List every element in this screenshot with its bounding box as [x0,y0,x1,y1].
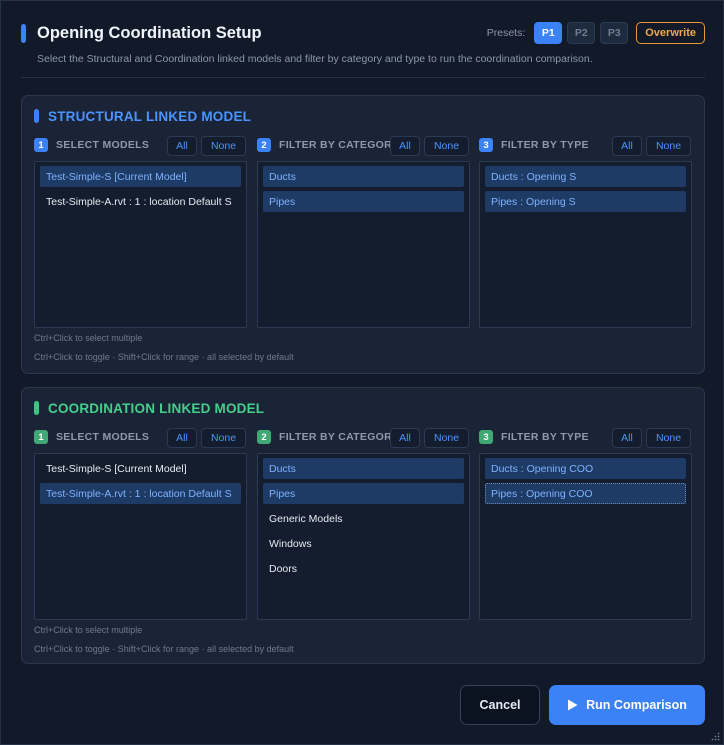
structural-panel: STRUCTURAL LINKED MODEL 1 SELECT MODELS … [21,95,705,374]
structural-panel-title: STRUCTURAL LINKED MODEL [48,109,252,124]
list-item[interactable]: Test-Simple-S [Current Model] [40,458,241,479]
list-item[interactable]: Ducts [263,458,464,479]
coordination-type-all-button[interactable]: All [612,428,642,448]
hint-text: Ctrl+Click to select multiple [34,625,143,635]
filter-category-label: FILTER BY CATEGORY [279,431,399,443]
coordination-type-column: 3 FILTER BY TYPE All None Ducts : Openin… [479,428,692,620]
list-item[interactable]: Ducts : Opening COO [485,458,686,479]
coordination-models-column: 1 SELECT MODELS All None Test-Simple-S [… [34,428,247,620]
preset-p1-button[interactable]: P1 [534,22,563,44]
list-item[interactable]: Doors [263,558,464,579]
preset-p2-button[interactable]: P2 [567,22,596,44]
dialog-title: Opening Coordination Setup [37,24,262,42]
structural-category-none-button[interactable]: None [424,136,469,156]
structural-accent-bar [34,109,39,123]
dialog-footer: Cancel Run Comparison [1,685,724,725]
hint-text: Ctrl+Click to toggle · Shift+Click for r… [34,644,294,654]
structural-type-none-button[interactable]: None [646,136,691,156]
dialog-window: Opening Coordination Setup Presets: P1 P… [0,0,724,745]
run-comparison-button[interactable]: Run Comparison [549,685,705,725]
coordination-models-none-button[interactable]: None [201,428,246,448]
coordination-category-all-button[interactable]: All [390,428,420,448]
preset-p3-button[interactable]: P3 [600,22,629,44]
list-item[interactable]: Test-Simple-S [Current Model] [40,166,241,187]
coordination-accent-bar [34,401,39,415]
step-badge: 2 [257,138,271,152]
coordination-panel-title: COORDINATION LINKED MODEL [48,401,265,416]
list-item[interactable]: Ducts : Opening S [485,166,686,187]
hint-text: Ctrl+Click to toggle · Shift+Click for r… [34,352,294,362]
structural-models-column: 1 SELECT MODELS All None Test-Simple-S [… [34,136,247,328]
structural-type-list[interactable]: Ducts : Opening S Pipes : Opening S [479,161,692,328]
structural-models-all-button[interactable]: All [167,136,197,156]
coordination-models-all-button[interactable]: All [167,428,197,448]
cancel-button-label: Cancel [479,698,521,712]
step-badge: 1 [34,138,48,152]
overwrite-button[interactable]: Overwrite [636,22,705,44]
presets-label: Presets: [486,27,526,39]
coordination-panel: COORDINATION LINKED MODEL 1 SELECT MODEL… [21,387,705,664]
coordination-category-list[interactable]: Ducts Pipes Generic Models Windows Doors [257,453,470,620]
list-item[interactable]: Pipes [263,191,464,212]
run-comparison-label: Run Comparison [586,698,687,712]
title-accent-bar [21,24,26,43]
structural-type-all-button[interactable]: All [612,136,642,156]
select-models-label: SELECT MODELS [56,139,150,151]
structural-models-list[interactable]: Test-Simple-S [Current Model] Test-Simpl… [34,161,247,328]
coordination-type-list[interactable]: Ducts : Opening COO Pipes : Opening COO [479,453,692,620]
list-item[interactable]: Pipes [263,483,464,504]
structural-category-all-button[interactable]: All [390,136,420,156]
play-icon [568,699,578,711]
header-divider [21,77,705,78]
presets-bar: Presets: P1 P2 P3 Overwrite [487,22,705,44]
step-badge: 3 [479,138,493,152]
structural-type-column: 3 FILTER BY TYPE All None Ducts : Openin… [479,136,692,328]
hint-text: Ctrl+Click to select multiple [34,333,143,343]
structural-category-list[interactable]: Ducts Pipes [257,161,470,328]
select-models-label: SELECT MODELS [56,431,150,443]
dialog-header: Opening Coordination Setup Presets: P1 P… [21,21,705,47]
cancel-button[interactable]: Cancel [460,685,540,725]
list-item[interactable]: Windows [263,533,464,554]
filter-type-label: FILTER BY TYPE [501,431,589,443]
coordination-type-none-button[interactable]: None [646,428,691,448]
step-badge: 1 [34,430,48,444]
list-item[interactable]: Pipes : Opening S [485,191,686,212]
step-badge: 3 [479,430,493,444]
list-item[interactable]: Test-Simple-A.rvt : 1 : location Default… [40,483,241,504]
coordination-models-list[interactable]: Test-Simple-S [Current Model] Test-Simpl… [34,453,247,620]
resize-grip-icon[interactable] [710,731,720,741]
structural-category-column: 2 FILTER BY CATEGORY All None Ducts Pipe… [257,136,470,328]
list-item[interactable]: Test-Simple-A.rvt : 1 : location Default… [40,191,241,212]
list-item[interactable]: Ducts [263,166,464,187]
coordination-category-none-button[interactable]: None [424,428,469,448]
structural-models-none-button[interactable]: None [201,136,246,156]
filter-type-label: FILTER BY TYPE [501,139,589,151]
coordination-category-column: 2 FILTER BY CATEGORY All None Ducts Pipe… [257,428,470,620]
filter-category-label: FILTER BY CATEGORY [279,139,399,151]
list-item[interactable]: Generic Models [263,508,464,529]
dialog-subtitle: Select the Structural and Coordination l… [37,53,593,65]
step-badge: 2 [257,430,271,444]
list-item[interactable]: Pipes : Opening COO [485,483,686,504]
